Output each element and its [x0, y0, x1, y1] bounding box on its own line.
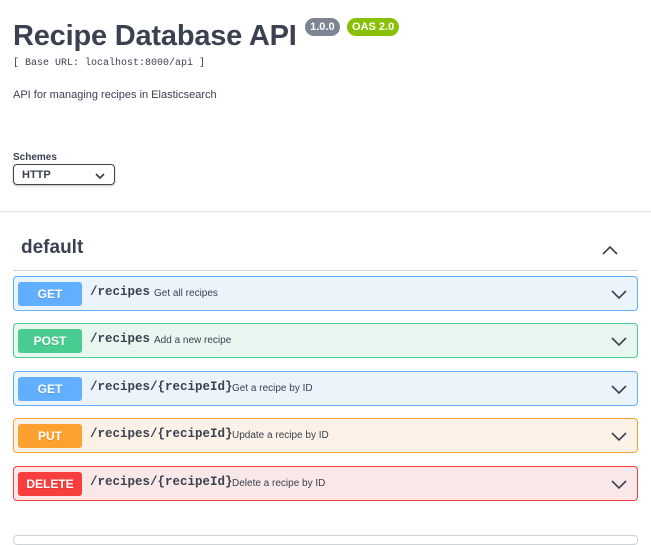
operation-get-recipes[interactable]: GET /recipes Get all recipes — [13, 276, 638, 311]
chevron-down-icon[interactable] — [611, 477, 627, 495]
api-title: Recipe Database API — [13, 20, 297, 52]
section-title: default — [21, 237, 84, 258]
operation-delete-recipe-by-id[interactable]: DELETE /recipes/{recipeId} Delete a reci… — [13, 466, 638, 501]
operation-post-recipes[interactable]: POST /recipes Add a new recipe — [13, 323, 638, 358]
method-badge: GET — [18, 282, 82, 306]
operation-summary: Delete a recipe by ID — [232, 478, 326, 489]
models-section-edge — [13, 535, 638, 545]
operation-path: /recipes/{recipeId} — [90, 475, 233, 489]
operation-summary: Add a new recipe — [154, 335, 232, 346]
api-description: API for managing recipes in Elasticsearc… — [13, 89, 217, 101]
operation-put-recipe-by-id[interactable]: PUT /recipes/{recipeId} Update a recipe … — [13, 418, 638, 453]
schemes-selected-value: HTTP — [22, 169, 51, 181]
schemes-label: Schemes — [13, 152, 57, 163]
chevron-down-icon[interactable] — [611, 382, 627, 400]
operation-get-recipe-by-id[interactable]: GET /recipes/{recipeId} Get a recipe by … — [13, 371, 638, 406]
base-url: [ Base URL: localhost:8000/api ] — [13, 58, 206, 69]
operation-path: /recipes — [90, 332, 151, 346]
section-header-default[interactable]: default — [13, 230, 638, 271]
method-badge: GET — [18, 377, 82, 401]
operation-path: /recipes/{recipeId} — [90, 427, 233, 441]
operation-summary: Get a recipe by ID — [232, 383, 313, 394]
version-badge: 1.0.0 — [305, 18, 340, 36]
title-row: Recipe Database API 1.0.0 OAS 2.0 — [13, 16, 400, 56]
operation-path: /recipes/{recipeId} — [90, 380, 233, 394]
chevron-down-icon — [95, 171, 105, 183]
chevron-down-icon[interactable] — [611, 429, 627, 447]
operation-summary: Get all recipes — [154, 288, 218, 299]
operation-path: /recipes — [90, 285, 151, 299]
chevron-down-icon[interactable] — [611, 334, 627, 352]
chevron-down-icon[interactable] — [611, 287, 627, 305]
method-badge: POST — [18, 329, 82, 353]
oas-badge: OAS 2.0 — [347, 18, 400, 36]
method-badge: PUT — [18, 424, 82, 448]
method-badge: DELETE — [18, 472, 82, 496]
schemes-select[interactable]: HTTP — [13, 164, 115, 185]
scheme-container-divider — [0, 211, 651, 212]
operation-summary: Update a recipe by ID — [232, 430, 329, 441]
chevron-up-icon[interactable] — [602, 242, 618, 260]
